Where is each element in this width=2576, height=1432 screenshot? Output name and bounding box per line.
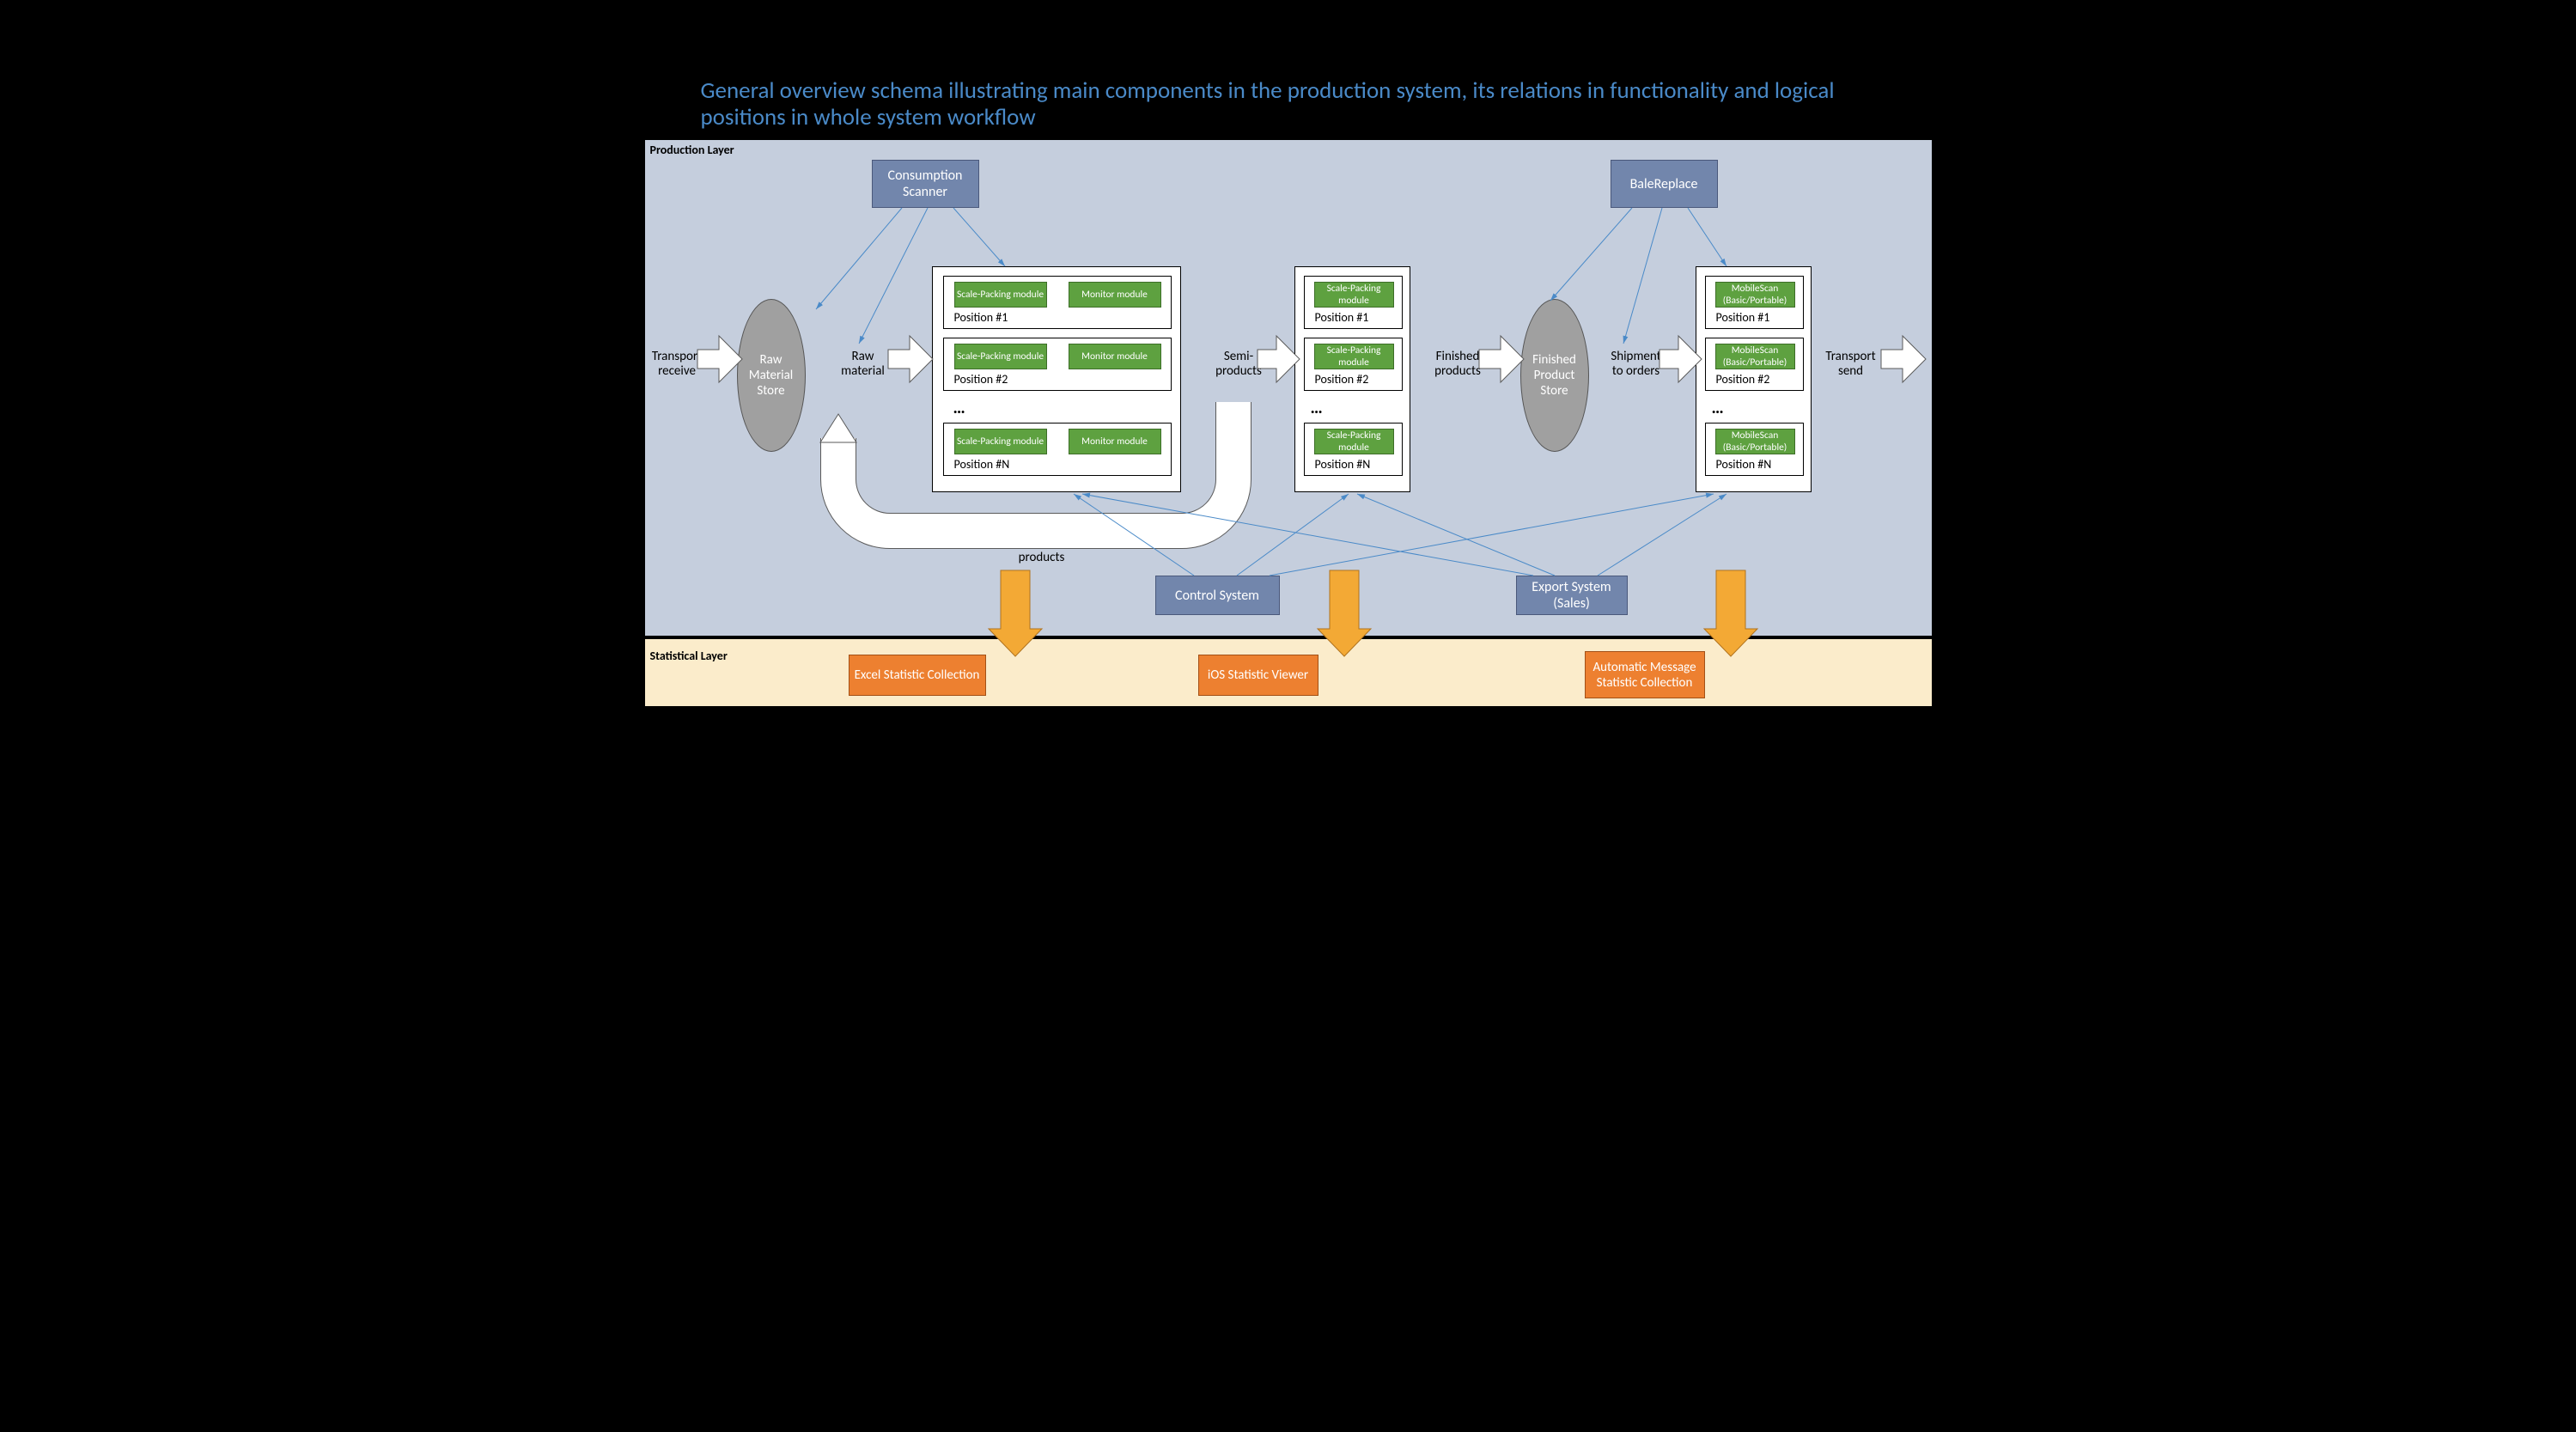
ios-statistic-box: iOS Statistic Viewer — [1198, 655, 1318, 696]
monitor-aN: Monitor module — [1069, 429, 1161, 454]
scripts-label-1: Scripts — [1006, 585, 1019, 615]
consumption-scanner-box: Consumption Scanner — [872, 160, 979, 208]
pos-aN-label: Position #N — [954, 457, 1010, 472]
export-system-box: Export System (Sales) — [1516, 576, 1628, 615]
diagram-title: General overview schema illustrating mai… — [701, 77, 1846, 131]
mobilescan-cN: MobileScan (Basic/Portable) — [1715, 429, 1795, 454]
monitor-a1: Monitor module — [1069, 282, 1161, 308]
pos-cN-label: Position #N — [1716, 457, 1772, 472]
processing-group-c: MobileScan (Basic/Portable) Position #1 … — [1696, 266, 1812, 492]
pos-b1: Scale-Packing module Position #1 — [1304, 276, 1403, 329]
bale-replace-box: BaleReplace — [1611, 160, 1718, 208]
raw-material-store: Raw Material Store — [737, 299, 806, 452]
pos-aN: Scale-Packing module Monitor module Posi… — [943, 423, 1172, 476]
scale-packing-a1: Scale-Packing module — [954, 282, 1047, 308]
mobilescan-c2: MobileScan (Basic/Portable) — [1715, 344, 1795, 369]
pos-a2: Scale-Packing module Monitor module Posi… — [943, 338, 1172, 391]
pos-cN: MobileScan (Basic/Portable) Position #N — [1705, 423, 1804, 476]
excel-statistic-box: Excel Statistic Collection — [849, 655, 986, 696]
statistical-layer-label: Statistical Layer — [650, 649, 728, 663]
raw-material-label: Raw material — [837, 350, 889, 380]
pos-bN: Scale-Packing module Position #N — [1304, 423, 1403, 476]
processing-group-b: Scale-Packing module Position #1 Scale-P… — [1294, 266, 1410, 492]
pos-b2: Scale-Packing module Position #2 — [1304, 338, 1403, 391]
processing-group-a: Scale-Packing module Monitor module Posi… — [932, 266, 1181, 492]
pos-bN-label: Position #N — [1315, 457, 1371, 472]
ellipsis-c: … — [1712, 398, 1724, 418]
pos-a2-label: Position #2 — [954, 372, 1008, 387]
pos-c2-label: Position #2 — [1716, 372, 1770, 387]
scripts-label-2: Scripts — [1335, 585, 1348, 615]
ellipsis-b: … — [1311, 398, 1323, 418]
transport-send-label: Transport send — [1821, 350, 1881, 380]
pos-b1-label: Position #1 — [1315, 310, 1369, 325]
scripts-label-3: Scripts — [1721, 585, 1734, 615]
pos-c1-label: Position #1 — [1716, 310, 1770, 325]
pos-c1: MobileScan (Basic/Portable) Position #1 — [1705, 276, 1804, 329]
scale-packing-bN: Scale-Packing module — [1314, 429, 1394, 454]
finished-product-store: Finished Product Store — [1520, 299, 1589, 452]
transport-receive-label: Transport receive — [649, 350, 705, 380]
monitor-a2: Monitor module — [1069, 344, 1161, 369]
pos-a1-label: Position #1 — [954, 310, 1008, 325]
semi-products-label: Semi-products — [1211, 350, 1267, 380]
pos-b2-label: Position #2 — [1315, 372, 1369, 387]
scale-packing-b2: Scale-Packing module — [1314, 344, 1394, 369]
pos-c2: MobileScan (Basic/Portable) Position #2 — [1705, 338, 1804, 391]
production-layer-label: Production Layer — [650, 143, 734, 157]
auto-msg-statistic-box: Automatic Message Statistic Collection — [1585, 651, 1705, 698]
pos-a1: Scale-Packing module Monitor module Posi… — [943, 276, 1172, 329]
ellipsis-a: … — [953, 398, 965, 418]
semi-products-loop-label: Semi-products — [1012, 536, 1072, 566]
mobilescan-c1: MobileScan (Basic/Portable) — [1715, 282, 1795, 308]
scale-packing-aN: Scale-Packing module — [954, 429, 1047, 454]
scale-packing-b1: Scale-Packing module — [1314, 282, 1394, 308]
scale-packing-a2: Scale-Packing module — [954, 344, 1047, 369]
finished-products-label: Finished products — [1430, 350, 1486, 380]
shipment-label: Shipment to orders — [1606, 350, 1666, 380]
control-system-box: Control System — [1155, 576, 1280, 615]
